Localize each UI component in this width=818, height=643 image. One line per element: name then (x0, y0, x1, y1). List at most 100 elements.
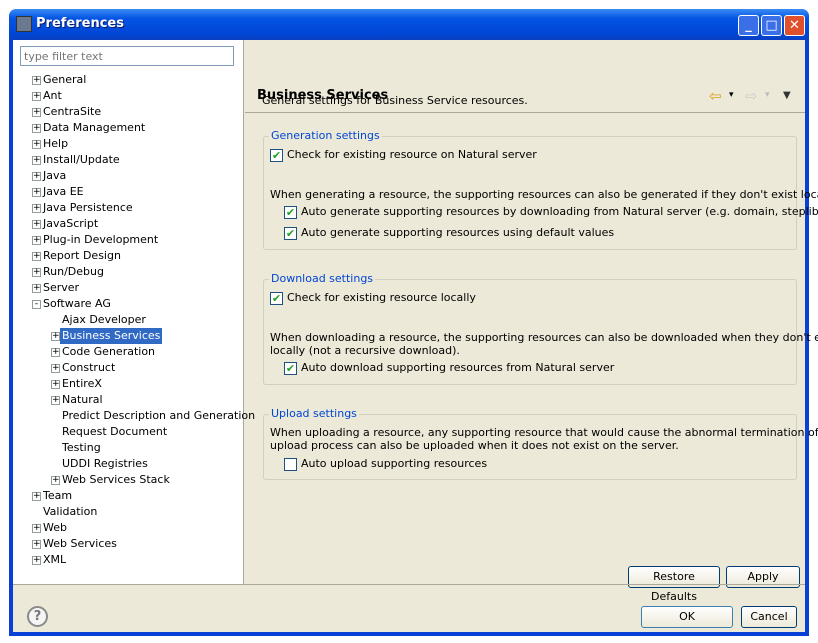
tree-item-label: Testing (62, 441, 101, 454)
download-settings-title: Download settings (269, 272, 376, 285)
tree-item-label: Code Generation (62, 345, 156, 358)
back-history-dropdown-icon[interactable]: ▾ (729, 90, 734, 100)
checkbox-checked-icon: ✔ (284, 226, 297, 240)
filter-input[interactable] (20, 46, 234, 66)
expand-icon[interactable]: + (32, 172, 41, 181)
forward-arrow-icon[interactable]: ⇨ (745, 87, 758, 105)
expand-icon[interactable]: + (32, 540, 41, 549)
close-button[interactable]: ✕ (784, 15, 805, 36)
download-note-line2: locally (not a recursive download). (270, 344, 460, 357)
tree-item-label: Server (43, 281, 80, 294)
expand-icon[interactable]: + (32, 124, 41, 133)
upload-settings-title: Upload settings (269, 407, 359, 420)
generation-note: When generating a resource, the supporti… (270, 188, 818, 201)
tree-item-label: CentraSite (43, 105, 102, 118)
checkbox-checked-icon: ✔ (270, 291, 283, 305)
check-existing-local-checkbox[interactable]: ✔ Check for existing resource locally (270, 291, 476, 305)
check-existing-natural-checkbox[interactable]: ✔ Check for existing resource on Natural … (270, 148, 537, 162)
auto-generate-download-checkbox[interactable]: ✔ Auto generate supporting resources by d… (284, 205, 818, 219)
expand-icon[interactable]: + (32, 252, 41, 261)
tree-item-label: Report Design (43, 249, 121, 262)
tree-item-label: Validation (43, 505, 98, 518)
generation-settings-title: Generation settings (269, 129, 382, 142)
tree-item-label: EntireX (62, 377, 102, 390)
tree-item-label: General (43, 73, 87, 86)
checkbox-unchecked-icon (284, 457, 297, 471)
expand-icon[interactable]: + (32, 284, 41, 293)
auto-download-checkbox[interactable]: ✔ Auto download supporting resources from… (284, 361, 614, 375)
expand-icon[interactable]: + (51, 380, 60, 389)
expand-icon[interactable]: + (32, 156, 41, 165)
expand-icon[interactable]: + (51, 332, 60, 341)
upload-note-line2: upload process can also be uploaded when… (270, 439, 679, 452)
expand-icon[interactable]: + (32, 268, 41, 277)
tree-item-label: Data Management (43, 121, 146, 134)
ok-button[interactable]: OK (641, 606, 733, 628)
expand-icon[interactable]: + (32, 140, 41, 149)
footer-divider (13, 584, 805, 585)
title-bar[interactable]: Preferences _ □ ✕ (9, 9, 809, 40)
minimize-button[interactable]: _ (738, 15, 759, 36)
expand-icon[interactable]: + (32, 556, 41, 565)
forward-history-dropdown-icon[interactable]: ▾ (765, 90, 770, 100)
maximize-button[interactable]: □ (761, 15, 782, 36)
expand-icon[interactable]: + (32, 92, 41, 101)
tree-item-label: Plug-in Development (43, 233, 159, 246)
preference-tree-panel: +General+Ant+CentraSite+Data Management+… (13, 40, 255, 584)
expand-icon[interactable]: + (51, 348, 60, 357)
tree-item-label: Help (43, 137, 69, 150)
dialog-body: +General+Ant+CentraSite+Data Management+… (13, 40, 818, 632)
tree-item-label: Construct (62, 361, 116, 374)
tree-item-label: Web (43, 521, 67, 534)
tree-item-label: XML (43, 553, 67, 566)
expand-icon[interactable]: + (32, 524, 41, 533)
download-settings-group: Download settings ✔ Check for existing re… (263, 272, 818, 385)
tree-item-label: Web Services Stack (62, 473, 170, 486)
tree-item-label: JavaScript (43, 217, 99, 230)
page-description: General settings for Business Service re… (262, 94, 528, 107)
checkbox-checked-icon: ✔ (284, 205, 297, 219)
expand-icon[interactable]: + (32, 108, 41, 117)
expand-icon[interactable]: + (32, 236, 41, 245)
tree-item-label: UDDI Registries (62, 457, 148, 470)
tree-item-label: Software AG (43, 297, 111, 310)
tree-item-label: Web Services (43, 537, 117, 550)
download-note-line1: When downloading a resource, the support… (270, 331, 818, 344)
tree-item-label: Team (43, 489, 73, 502)
collapse-icon[interactable]: - (32, 300, 41, 309)
expand-icon[interactable]: + (32, 188, 41, 197)
expand-icon[interactable]: + (32, 76, 41, 85)
expand-icon[interactable]: + (32, 492, 41, 501)
tree-item-label: Run/Debug (43, 265, 104, 278)
header-divider (245, 112, 805, 113)
upload-note-line1: When uploading a resource, any supportin… (270, 426, 818, 439)
preferences-window: Preferences _ □ ✕ +General+Ant+CentraSit… (9, 9, 818, 636)
tree-item-label: Ajax Developer (62, 313, 146, 326)
tree-item-label: Install/Update (43, 153, 120, 166)
tree-item-label: Predict Description and Generation (62, 409, 256, 422)
checkbox-checked-icon: ✔ (270, 148, 283, 162)
tree-item-label: Ant (43, 89, 62, 102)
generation-settings-group: Generation settings ✔ Check for existing … (263, 129, 818, 250)
cancel-button[interactable]: Cancel (741, 606, 797, 628)
expand-icon[interactable]: + (51, 396, 60, 405)
tree-item-label: Request Document (62, 425, 168, 438)
tree-item-label: Java EE (43, 185, 84, 198)
view-menu-icon[interactable]: ▼ (783, 90, 791, 101)
tree-item-label: Business Services (60, 328, 163, 344)
auto-generate-default-checkbox[interactable]: ✔ Auto generate supporting resources usin… (284, 226, 614, 240)
upload-settings-group: Upload settings When uploading a resourc… (263, 407, 818, 480)
expand-icon[interactable]: + (32, 204, 41, 213)
expand-icon[interactable]: + (51, 476, 60, 485)
tree-item-label: Natural (62, 393, 103, 406)
back-arrow-icon[interactable]: ⇦ (709, 87, 722, 105)
help-icon[interactable]: ? (27, 606, 48, 627)
checkbox-checked-icon: ✔ (284, 361, 297, 375)
auto-upload-checkbox[interactable]: Auto upload supporting resources (284, 457, 487, 471)
window-title: Preferences (36, 16, 124, 31)
expand-icon[interactable]: + (32, 220, 41, 229)
expand-icon[interactable]: + (51, 364, 60, 373)
app-icon (16, 16, 32, 32)
tree-item-label: Java Persistence (43, 201, 133, 214)
tree-item-label: Java (43, 169, 67, 182)
